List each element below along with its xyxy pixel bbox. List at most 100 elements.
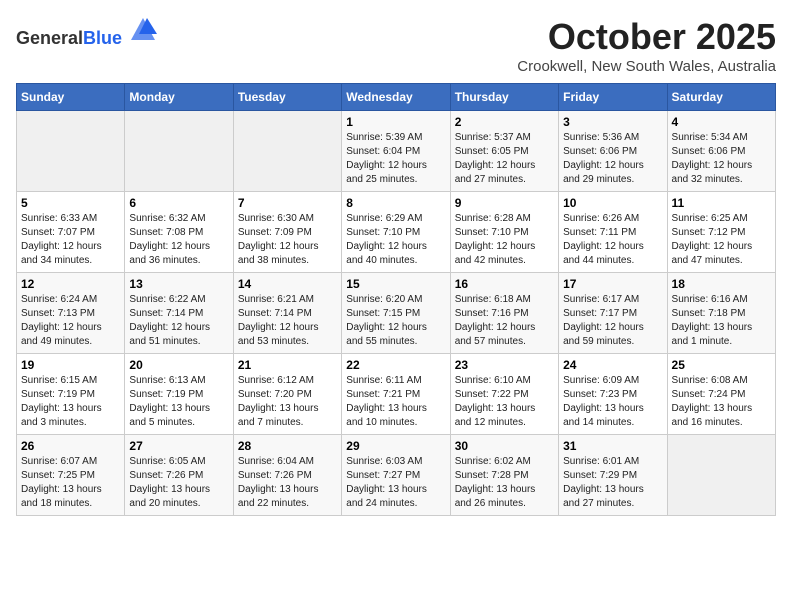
day-number: 22 [346, 358, 445, 372]
day-number: 23 [455, 358, 554, 372]
month-title: October 2025 [517, 16, 776, 58]
day-info: Sunrise: 6:17 AM Sunset: 7:17 PM Dayligh… [563, 293, 662, 349]
day-info: Sunrise: 5:37 AM Sunset: 6:05 PM Dayligh… [455, 131, 554, 187]
day-number: 8 [346, 196, 445, 210]
weekday-header-monday: Monday [125, 84, 233, 111]
calendar-cell: 29 Sunrise: 6:03 AM Sunset: 7:27 PM Dayli… [342, 435, 450, 516]
calendar-cell [17, 111, 125, 192]
calendar-cell: 21 Sunrise: 6:12 AM Sunset: 7:20 PM Dayli… [233, 354, 341, 435]
day-number: 7 [238, 196, 337, 210]
calendar-cell: 26Sunrise: 6:07 AM Sunset: 7:25 PM Dayli… [17, 435, 125, 516]
calendar-cell: 9 Sunrise: 6:28 AM Sunset: 7:10 PM Daylig… [450, 192, 558, 273]
calendar: SundayMondayTuesdayWednesdayThursdayFrid… [16, 83, 776, 516]
header: GeneralBlue October 2025 Crookwell, New … [16, 16, 776, 75]
location: Crookwell, New South Wales, Australia [517, 58, 776, 75]
day-number: 2 [455, 115, 554, 129]
day-number: 15 [346, 277, 445, 291]
calendar-cell: 20Sunrise: 6:13 AM Sunset: 7:19 PM Dayli… [125, 354, 233, 435]
calendar-cell: 11Sunrise: 6:25 AM Sunset: 7:12 PM Dayli… [667, 192, 775, 273]
day-info: Sunrise: 6:02 AM Sunset: 7:28 PM Dayligh… [455, 455, 554, 511]
calendar-cell: 16 Sunrise: 6:18 AM Sunset: 7:16 PM Dayli… [450, 273, 558, 354]
day-info: Sunrise: 6:12 AM Sunset: 7:20 PM Dayligh… [238, 374, 337, 430]
calendar-cell: 23 Sunrise: 6:10 AM Sunset: 7:22 PM Dayli… [450, 354, 558, 435]
day-info: Sunrise: 6:04 AM Sunset: 7:26 PM Dayligh… [238, 455, 337, 511]
day-info: Sunrise: 6:29 AM Sunset: 7:10 PM Dayligh… [346, 212, 445, 268]
day-info: Sunrise: 6:20 AM Sunset: 7:15 PM Dayligh… [346, 293, 445, 349]
day-number: 28 [238, 439, 337, 453]
day-number: 5 [21, 196, 120, 210]
calendar-cell: 18Sunrise: 6:16 AM Sunset: 7:18 PM Dayli… [667, 273, 775, 354]
day-info: Sunrise: 6:22 AM Sunset: 7:14 PM Dayligh… [129, 293, 228, 349]
weekday-header-wednesday: Wednesday [342, 84, 450, 111]
day-number: 29 [346, 439, 445, 453]
title-block: October 2025 Crookwell, New South Wales,… [517, 16, 776, 75]
day-number: 19 [21, 358, 120, 372]
logo-blue-text: Blue [83, 28, 122, 48]
calendar-cell: 3 Sunrise: 5:36 AM Sunset: 6:06 PM Daylig… [559, 111, 667, 192]
calendar-cell: 2 Sunrise: 5:37 AM Sunset: 6:05 PM Daylig… [450, 111, 558, 192]
day-info: Sunrise: 6:18 AM Sunset: 7:16 PM Dayligh… [455, 293, 554, 349]
day-info: Sunrise: 6:08 AM Sunset: 7:24 PM Dayligh… [672, 374, 771, 430]
calendar-cell: 4 Sunrise: 5:34 AM Sunset: 6:06 PM Daylig… [667, 111, 775, 192]
day-number: 6 [129, 196, 228, 210]
day-info: Sunrise: 5:39 AM Sunset: 6:04 PM Dayligh… [346, 131, 445, 187]
day-info: Sunrise: 6:32 AM Sunset: 7:08 PM Dayligh… [129, 212, 228, 268]
calendar-cell: 1 Sunrise: 5:39 AM Sunset: 6:04 PM Daylig… [342, 111, 450, 192]
day-info: Sunrise: 6:33 AM Sunset: 7:07 PM Dayligh… [21, 212, 120, 268]
calendar-cell: 5 Sunrise: 6:33 AM Sunset: 7:07 PM Daylig… [17, 192, 125, 273]
day-info: Sunrise: 6:10 AM Sunset: 7:22 PM Dayligh… [455, 374, 554, 430]
logo: GeneralBlue [16, 16, 157, 49]
day-number: 14 [238, 277, 337, 291]
day-info: Sunrise: 5:36 AM Sunset: 6:06 PM Dayligh… [563, 131, 662, 187]
calendar-cell: 8 Sunrise: 6:29 AM Sunset: 7:10 PM Daylig… [342, 192, 450, 273]
day-number: 26 [21, 439, 120, 453]
calendar-cell: 13 Sunrise: 6:22 AM Sunset: 7:14 PM Dayli… [125, 273, 233, 354]
calendar-cell: 25 Sunrise: 6:08 AM Sunset: 7:24 PM Dayli… [667, 354, 775, 435]
calendar-cell: 30 Sunrise: 6:02 AM Sunset: 7:28 PM Dayli… [450, 435, 558, 516]
day-info: Sunrise: 6:05 AM Sunset: 7:26 PM Dayligh… [129, 455, 228, 511]
calendar-cell: 17 Sunrise: 6:17 AM Sunset: 7:17 PM Dayli… [559, 273, 667, 354]
day-number: 17 [563, 277, 662, 291]
calendar-cell: 19 Sunrise: 6:15 AM Sunset: 7:19 PM Dayli… [17, 354, 125, 435]
day-number: 18 [672, 277, 771, 291]
calendar-cell: 31 Sunrise: 6:01 AM Sunset: 7:29 PM Dayli… [559, 435, 667, 516]
calendar-cell [125, 111, 233, 192]
calendar-cell: 12Sunrise: 6:24 AM Sunset: 7:13 PM Dayli… [17, 273, 125, 354]
day-number: 30 [455, 439, 554, 453]
calendar-header: SundayMondayTuesdayWednesdayThursdayFrid… [17, 84, 776, 111]
calendar-cell [667, 435, 775, 516]
day-info: Sunrise: 6:03 AM Sunset: 7:27 PM Dayligh… [346, 455, 445, 511]
day-info: Sunrise: 6:28 AM Sunset: 7:10 PM Dayligh… [455, 212, 554, 268]
day-number: 16 [455, 277, 554, 291]
day-info: Sunrise: 6:15 AM Sunset: 7:19 PM Dayligh… [21, 374, 120, 430]
day-number: 3 [563, 115, 662, 129]
calendar-cell: 27 Sunrise: 6:05 AM Sunset: 7:26 PM Dayli… [125, 435, 233, 516]
day-number: 4 [672, 115, 771, 129]
calendar-cell: 15 Sunrise: 6:20 AM Sunset: 7:15 PM Dayli… [342, 273, 450, 354]
day-number: 13 [129, 277, 228, 291]
weekday-header-tuesday: Tuesday [233, 84, 341, 111]
day-number: 24 [563, 358, 662, 372]
calendar-cell: 28 Sunrise: 6:04 AM Sunset: 7:26 PM Dayli… [233, 435, 341, 516]
day-number: 27 [129, 439, 228, 453]
calendar-cell: 6 Sunrise: 6:32 AM Sunset: 7:08 PM Daylig… [125, 192, 233, 273]
day-info: Sunrise: 6:21 AM Sunset: 7:14 PM Dayligh… [238, 293, 337, 349]
logo-general-text: General [16, 28, 83, 48]
day-number: 21 [238, 358, 337, 372]
day-number: 25 [672, 358, 771, 372]
calendar-cell [233, 111, 341, 192]
calendar-cell: 7Sunrise: 6:30 AM Sunset: 7:09 PM Daylig… [233, 192, 341, 273]
weekday-header-sunday: Sunday [17, 84, 125, 111]
day-info: Sunrise: 6:01 AM Sunset: 7:29 PM Dayligh… [563, 455, 662, 511]
day-info: Sunrise: 6:11 AM Sunset: 7:21 PM Dayligh… [346, 374, 445, 430]
calendar-cell: 14 Sunrise: 6:21 AM Sunset: 7:14 PM Dayli… [233, 273, 341, 354]
day-number: 11 [672, 196, 771, 210]
day-info: Sunrise: 6:26 AM Sunset: 7:11 PM Dayligh… [563, 212, 662, 268]
day-number: 9 [455, 196, 554, 210]
day-number: 1 [346, 115, 445, 129]
day-number: 20 [129, 358, 228, 372]
day-info: Sunrise: 5:34 AM Sunset: 6:06 PM Dayligh… [672, 131, 771, 187]
weekday-header-thursday: Thursday [450, 84, 558, 111]
day-number: 12 [21, 277, 120, 291]
day-number: 31 [563, 439, 662, 453]
